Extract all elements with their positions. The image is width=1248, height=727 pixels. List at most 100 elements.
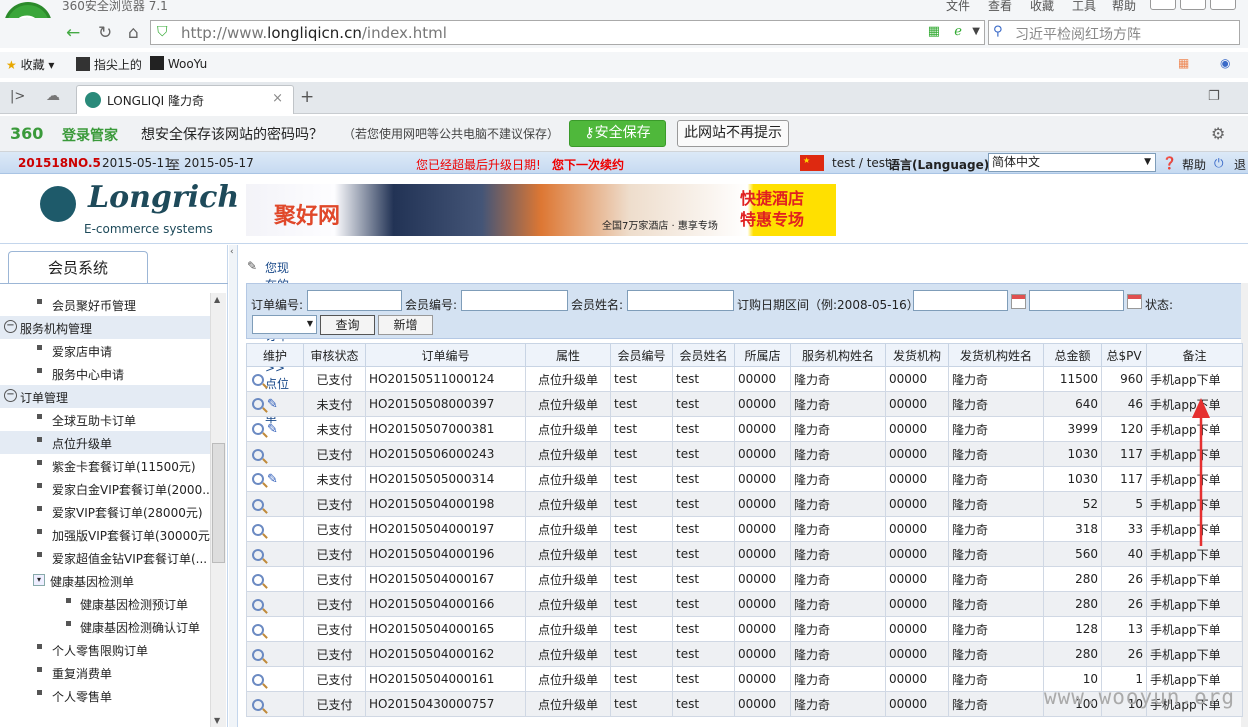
sidebar-item[interactable]: 点位升级单 (0, 431, 210, 454)
view-icon[interactable] (252, 698, 264, 711)
status-select[interactable]: ▼ (252, 315, 317, 334)
menu-help[interactable]: 帮助 (1112, 0, 1136, 14)
table-row[interactable]: 已支付 HO20150504000196 点位升级单 test test 00000 隆力奇… (246, 541, 1243, 567)
table-row[interactable]: ✎ 未支付 HO20150507000381 点位升级单 test test 00000 隆力… (246, 416, 1243, 442)
member-name-input[interactable] (627, 290, 734, 311)
view-icon[interactable] (252, 448, 264, 461)
close-button[interactable] (1210, 0, 1236, 10)
sidebar-item[interactable]: 个人零售单 (0, 684, 210, 707)
table-row[interactable]: ✎ 未支付 HO20150508000397 点位升级单 test test 00000 隆力… (246, 391, 1243, 417)
never-prompt-button[interactable]: 此网站不再提示 (677, 120, 789, 147)
compat-mode-icon[interactable]: ℯ (954, 24, 962, 39)
sidebar-item[interactable]: 爱家超值金钻VIP套餐订单(... (0, 546, 210, 569)
menu-favorites[interactable]: 收藏 (1030, 0, 1054, 14)
sidebar-item[interactable]: 健康基因检测确认订单 (0, 615, 210, 638)
search-input[interactable]: ⚲ 习近平检阅红场方阵 (988, 20, 1240, 45)
sidebar-group[interactable]: − 订单管理 (0, 385, 210, 408)
sidebar-group[interactable]: − 服务机构管理 (0, 316, 210, 339)
table-row[interactable]: 已支付 HO20150504000162 点位升级单 test test 00000 隆力奇… (246, 641, 1243, 667)
sidebar-scrollbar[interactable]: ▲ ▼ (210, 293, 226, 727)
table-row[interactable]: 已支付 HO20150504000197 点位升级单 test test 00000 隆力奇… (246, 516, 1243, 542)
menu-view[interactable]: 查看 (988, 0, 1012, 14)
view-icon[interactable] (252, 673, 264, 686)
view-icon[interactable] (252, 398, 264, 410)
sidebar-item[interactable]: 全球互助卡订单 (0, 408, 210, 431)
scroll-down-icon[interactable]: ▼ (214, 716, 220, 725)
close-icon[interactable]: × (272, 91, 283, 106)
scroll-up-icon[interactable]: ▲ (214, 295, 220, 304)
back-icon[interactable]: ← (66, 23, 80, 43)
menu-tools[interactable]: 工具 (1072, 0, 1096, 14)
menu-file[interactable]: 文件 (946, 0, 970, 14)
url-text[interactable]: http://www.longliqicn.cn/index.html (181, 24, 447, 42)
gear-icon[interactable]: ⚙ (1211, 124, 1225, 143)
sidebar-item[interactable]: 爱家店申请 (0, 339, 210, 362)
order-no-input[interactable] (307, 290, 402, 311)
expand-icon[interactable]: ▾ (33, 574, 45, 586)
new-tab-icon[interactable]: + (300, 87, 314, 107)
sidebar-item[interactable]: 爱家白金VIP套餐订单(2000... (0, 477, 210, 500)
sidebar-item[interactable]: ▾ 健康基因检测单 (0, 569, 210, 592)
collapse-icon[interactable]: − (4, 320, 17, 333)
query-button[interactable]: 查询 (320, 315, 375, 335)
edit-icon[interactable]: ✎ (267, 422, 278, 437)
bookmark-favorites[interactable]: ★ 收藏 ▾ (6, 56, 54, 73)
view-icon[interactable] (252, 373, 264, 386)
sidebar-collapse-handle[interactable]: ‹ (229, 245, 238, 727)
view-icon[interactable] (252, 623, 264, 636)
help-icon[interactable]: ❓ (1162, 156, 1177, 170)
bookmark-zhijian[interactable]: 指尖上的 (76, 56, 142, 73)
sidebar-item[interactable]: 加强版VIP套餐订单(30000元) (0, 523, 210, 546)
date-from-input[interactable] (913, 290, 1008, 311)
apps-icon[interactable]: ▦ (1178, 56, 1189, 70)
tab-member-system[interactable]: 会员系统 (8, 251, 148, 284)
table-row[interactable]: ✎ 未支付 HO20150505000314 点位升级单 test test 00000 隆力… (246, 466, 1243, 492)
table-row[interactable]: 已支付 HO20150511000124 点位升级单 test test 00000 隆力奇… (246, 366, 1243, 392)
sidebar-toggle-icon[interactable]: |> (10, 89, 25, 104)
view-icon[interactable] (252, 498, 264, 511)
scroll-thumb[interactable] (212, 443, 225, 563)
table-row[interactable]: 已支付 HO20150504000167 点位升级单 test test 00000 隆力奇… (246, 566, 1243, 592)
sidebar-item[interactable]: 重复消费单 (0, 661, 210, 684)
restore-tabs-icon[interactable]: ❐ (1208, 89, 1220, 104)
sidebar-item[interactable]: 紫金卡套餐订单(11500元) (0, 454, 210, 477)
ad-banner[interactable]: 聚好网 全国7万家酒店 · 惠享专场 快捷酒店 特惠专场 (246, 184, 836, 236)
sidebar-item[interactable]: 健康基因检测预订单 (0, 592, 210, 615)
view-icon[interactable] (252, 598, 264, 611)
logout-icon[interactable]: ⏻ (1214, 156, 1224, 171)
edit-icon[interactable]: ✎ (267, 397, 278, 412)
sidebar-item[interactable]: 个人零售限购订单 (0, 638, 210, 661)
bookmark-wooyun[interactable]: WooYu (150, 56, 207, 71)
chevron-down-icon[interactable]: ▼ (972, 26, 980, 37)
address-bar[interactable]: ⛉ http://www.longliqicn.cn/index.html ▦ … (150, 20, 985, 45)
language-select[interactable]: 简体中文 ▼ (988, 153, 1156, 172)
view-icon[interactable] (252, 523, 264, 536)
view-icon[interactable] (252, 548, 264, 561)
qr-icon[interactable]: ▦ (928, 24, 940, 39)
edit-icon[interactable]: ✎ (267, 472, 278, 487)
user-icon[interactable]: ◉ (1220, 56, 1230, 70)
help-link[interactable]: 帮助 (1182, 156, 1206, 173)
sidebar-item[interactable]: 会员聚好币管理 (0, 293, 210, 316)
sidebar-item[interactable]: 爱家VIP套餐订单(28000元) (0, 500, 210, 523)
table-row[interactable]: 已支付 HO20150504000166 点位升级单 test test 00000 隆力奇… (246, 591, 1243, 617)
minimize-button[interactable] (1150, 0, 1176, 10)
table-row[interactable]: 已支付 HO20150504000198 点位升级单 test test 00000 隆力奇… (246, 491, 1243, 517)
cloud-icon[interactable]: ☁ (46, 88, 60, 104)
table-row[interactable]: 已支付 HO20150504000165 点位升级单 test test 00000 隆力奇… (246, 616, 1243, 642)
member-no-input[interactable] (461, 290, 568, 311)
view-icon[interactable] (252, 573, 264, 586)
safe-save-button[interactable]: ⚷安全保存 (569, 120, 666, 147)
calendar-icon[interactable] (1127, 294, 1142, 309)
tab-longliqi[interactable]: LONGLIQI 隆力奇 × (76, 85, 294, 114)
collapse-icon[interactable]: − (4, 389, 17, 402)
view-icon[interactable] (252, 423, 264, 435)
calendar-icon[interactable] (1011, 294, 1026, 309)
sidebar-item[interactable]: 服务中心申请 (0, 362, 210, 385)
add-button[interactable]: 新增 (378, 315, 433, 335)
home-icon[interactable]: ⌂ (128, 23, 139, 43)
view-icon[interactable] (252, 473, 264, 485)
refresh-icon[interactable]: ↻ (98, 23, 112, 43)
date-to-input[interactable] (1029, 290, 1124, 311)
table-row[interactable]: 已支付 HO20150506000243 点位升级单 test test 00000 隆力奇… (246, 441, 1243, 467)
